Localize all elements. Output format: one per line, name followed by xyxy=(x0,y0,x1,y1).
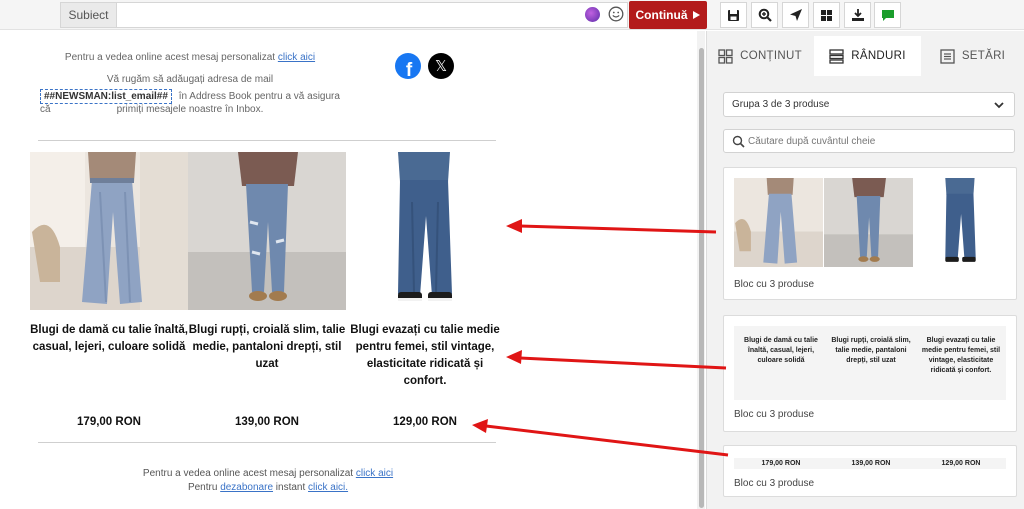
search-icon xyxy=(732,135,745,148)
row-block-card[interactable]: Bloc cu 3 produse xyxy=(723,167,1017,300)
scrollbar-thumb[interactable] xyxy=(699,48,704,508)
product-price: 129,00 RON xyxy=(393,416,457,428)
footer-unsub-mid: instant xyxy=(275,482,306,493)
mini-product-image xyxy=(734,178,823,267)
product-name: Blugi evazați cu talie medie pentru feme… xyxy=(350,324,500,387)
tab-settings[interactable]: SETĂRI xyxy=(921,36,1024,76)
product-name: Blugi rupți, croială slim, talie medie, … xyxy=(188,324,346,370)
play-icon xyxy=(692,11,700,19)
product-image[interactable] xyxy=(30,152,188,310)
rows-icon xyxy=(829,48,844,64)
footer-view-text: Pentru a vedea online acest mesaj person… xyxy=(142,468,354,479)
subject-label: Subiect xyxy=(60,2,116,28)
x-icon[interactable]: 𝕏 xyxy=(428,53,454,79)
mini-product-name: Blugi evazați cu talie medie pentru feme… xyxy=(921,337,1001,374)
header-view-text: Pentru a vedea online acest mesaj person… xyxy=(64,52,276,63)
product-name: Blugi de damă cu talie înaltă, casual, l… xyxy=(30,324,188,353)
personalization-icon[interactable] xyxy=(585,7,600,22)
continue-label: Continuă xyxy=(635,8,688,22)
facebook-icon[interactable]: f xyxy=(395,53,421,79)
product-image[interactable] xyxy=(346,152,504,310)
mini-product-name: Blugi de damă cu talie înaltă, casual, l… xyxy=(744,337,818,364)
mini-product-price: 139,00 RON xyxy=(851,460,891,467)
mini-product-price: 129,00 RON xyxy=(941,460,981,467)
header-add-last: primiți mesajele noastre în Inbox. xyxy=(116,104,264,115)
search-placeholder: Căutare după cuvântul cheie xyxy=(748,135,876,147)
tab-content-label: CONȚINUT xyxy=(740,50,802,62)
divider xyxy=(38,442,496,443)
tab-settings-label: SETĂRI xyxy=(961,50,1006,62)
email-merge-tag[interactable]: ##NEWSMAN:list_email## xyxy=(40,89,172,104)
layout-button[interactable] xyxy=(813,2,840,28)
mini-product-name: Blugi rupți, croială slim, talie medie, … xyxy=(831,337,911,364)
send-icon xyxy=(789,9,802,21)
emoji-icon[interactable] xyxy=(608,6,624,22)
continue-button[interactable]: Continuă xyxy=(629,1,707,29)
group-select-value: Grupa 3 de 3 produse xyxy=(732,99,830,110)
send-test-button[interactable] xyxy=(782,2,809,28)
save-button[interactable] xyxy=(720,2,747,28)
keyword-search-input[interactable]: Căutare după cuvântul cheie xyxy=(723,129,1015,153)
header-view-link[interactable]: click aici xyxy=(278,52,315,63)
panel-tabs: CONȚINUT RÂNDURI SETĂRI xyxy=(706,36,1024,76)
footer-unsubscribe: Pentru dezabonare instant click aici. xyxy=(40,482,496,493)
subject-input[interactable] xyxy=(116,2,628,28)
mini-product-image xyxy=(824,178,913,267)
grid-icon xyxy=(821,9,832,21)
header-view-online: Pentru a vedea online acest mesaj person… xyxy=(40,52,340,63)
tab-rows-label: RÂNDURI xyxy=(851,50,906,62)
row-block-card[interactable]: Blugi de damă cu talie înaltă, casual, l… xyxy=(723,315,1017,432)
export-button[interactable] xyxy=(844,2,871,28)
footer-view-link[interactable]: click aici xyxy=(356,468,393,479)
divider xyxy=(38,140,496,141)
comment-icon xyxy=(881,9,894,21)
card-label: Bloc cu 3 produse xyxy=(734,478,815,489)
chevron-down-icon xyxy=(994,102,1004,109)
header-add-address: Vă rugăm să adăugați adresa de mail xyxy=(106,74,274,85)
tab-content[interactable]: CONȚINUT xyxy=(706,36,814,76)
mini-product-price: 179,00 RON xyxy=(761,460,801,467)
unsubscribe-link[interactable]: dezabonare xyxy=(220,482,273,493)
tab-rows[interactable]: RÂNDURI xyxy=(814,36,921,76)
product-image[interactable] xyxy=(188,152,346,310)
comments-button[interactable] xyxy=(874,2,901,28)
save-icon xyxy=(728,9,739,21)
card-label: Bloc cu 3 produse xyxy=(734,409,815,420)
footer-view-online: Pentru a vedea online acest mesaj person… xyxy=(40,468,496,479)
card-label: Bloc cu 3 produse xyxy=(734,279,815,290)
settings-icon xyxy=(940,48,955,64)
zoom-icon xyxy=(758,8,772,22)
mini-product-image xyxy=(916,178,1005,267)
row-block-card[interactable]: 179,00 RON 139,00 RON 129,00 RON Bloc cu… xyxy=(723,445,1017,497)
content-icon xyxy=(718,48,733,64)
group-select[interactable]: Grupa 3 de 3 produse xyxy=(723,92,1015,117)
export-icon xyxy=(851,9,864,21)
footer-unsub-click-link[interactable]: click aici. xyxy=(308,482,348,493)
footer-unsub-text: Pentru xyxy=(187,482,218,493)
zoom-button[interactable] xyxy=(751,2,778,28)
product-price: 139,00 RON xyxy=(235,416,299,428)
app-root: Subiect Continuă Pentru a vedea online a… xyxy=(0,0,1024,509)
product-price: 179,00 RON xyxy=(77,416,141,428)
